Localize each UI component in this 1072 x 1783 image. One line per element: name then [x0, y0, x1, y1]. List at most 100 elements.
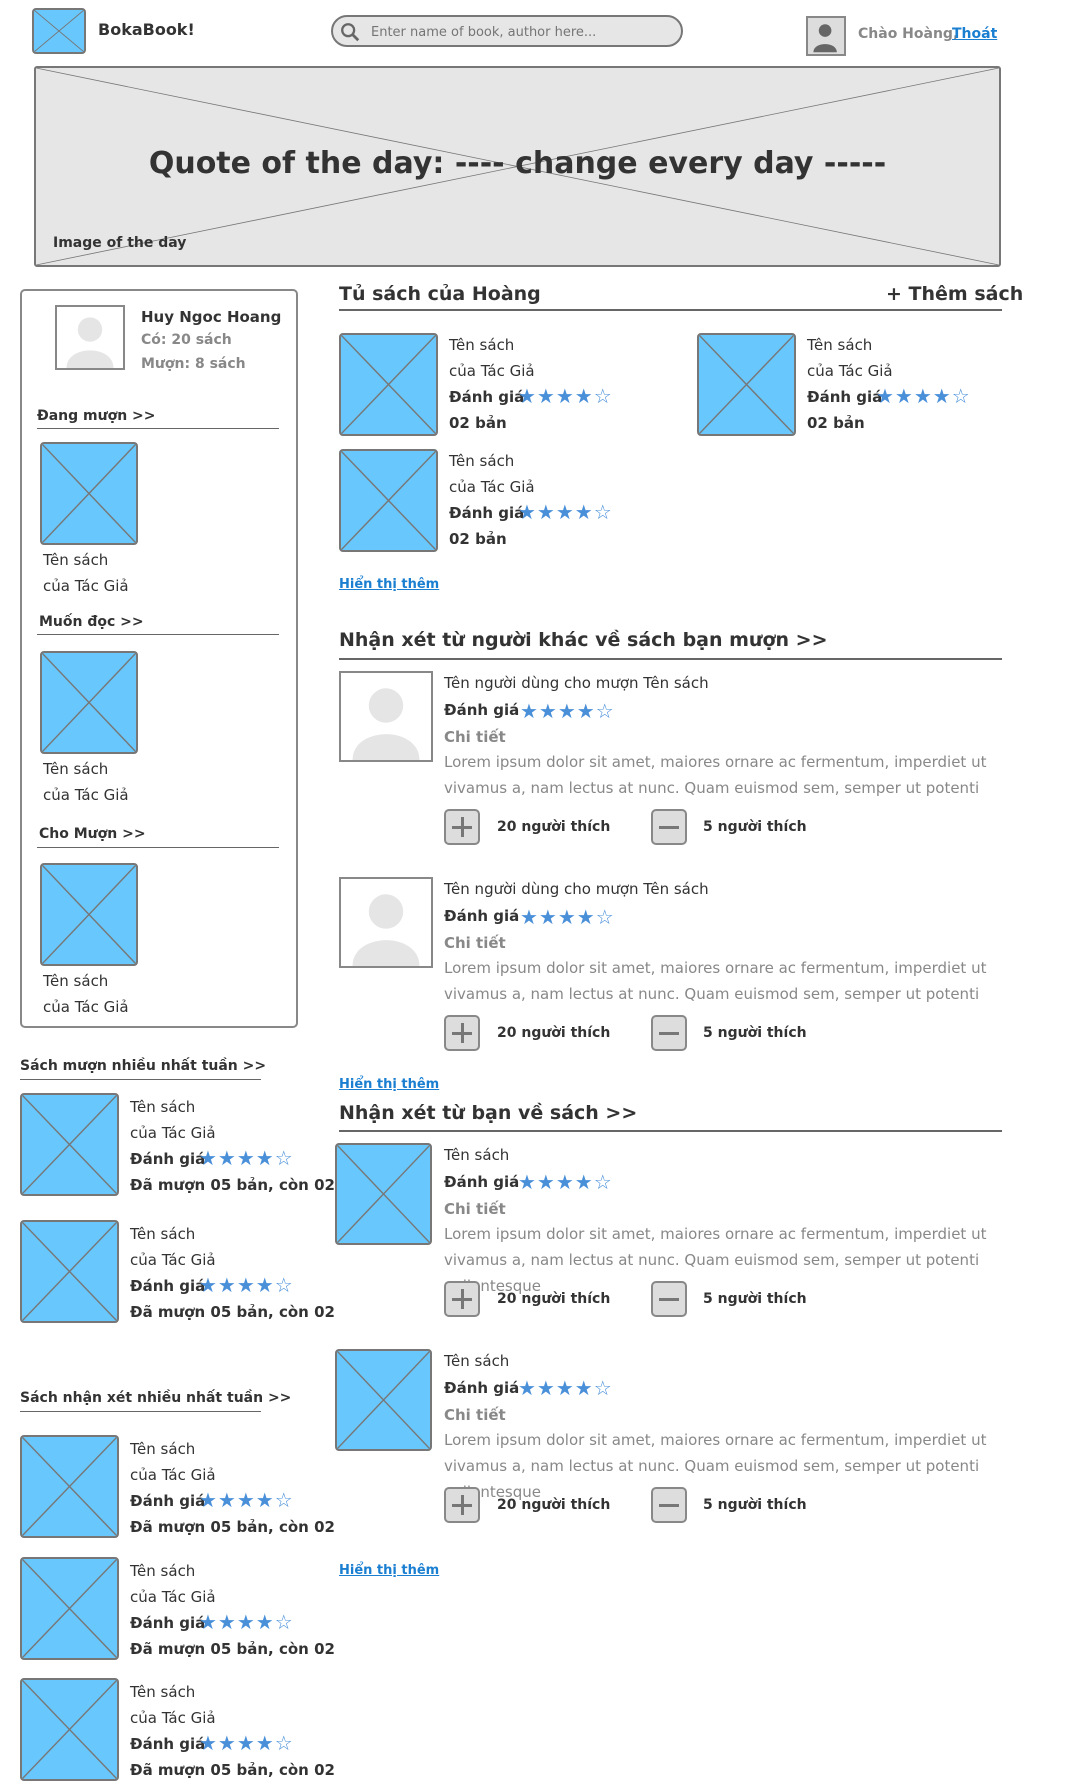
dislike-button[interactable] — [651, 1015, 687, 1051]
rating-label: Đánh giá — [444, 1379, 520, 1397]
book-author: của Tác Giả — [43, 998, 129, 1016]
book-author: của Tác Giả — [43, 577, 129, 595]
rating-stars: ★★★★☆ — [520, 699, 615, 723]
like-button[interactable] — [444, 1015, 480, 1051]
book-cover[interactable] — [40, 863, 138, 966]
top-borrowed-title[interactable]: Sách mượn nhiều nhất tuần >> — [20, 1058, 266, 1074]
book-cover[interactable] — [20, 1220, 119, 1323]
book-title: Tên sách — [449, 336, 515, 354]
top-reviewed-title[interactable]: Sách nhận xét nhiều nhất tuần >> — [20, 1390, 291, 1406]
copies-count: 02 bản — [449, 530, 507, 548]
bookshelf-show-more-link[interactable]: Hiển thị thêm — [339, 577, 439, 592]
review-detail-label: Chi tiết — [444, 1200, 506, 1218]
others-reviews-show-more-link[interactable]: Hiển thị thêm — [339, 1077, 439, 1092]
search-icon — [341, 23, 360, 42]
profile-owned: Có: 20 sách — [141, 332, 232, 348]
book-cover[interactable] — [20, 1678, 119, 1781]
rating-stars: ★★★★☆ — [199, 1146, 294, 1170]
divider — [37, 847, 279, 848]
book-cover[interactable] — [20, 1435, 119, 1538]
dislike-count: 5 người thích — [703, 819, 807, 835]
book-title: Tên sách — [130, 1562, 196, 1580]
book-author: của Tác Giả — [449, 362, 535, 380]
book-title: Tên sách — [449, 452, 515, 470]
like-count: 20 người thích — [497, 819, 611, 835]
divider — [37, 634, 279, 635]
banner-caption: Image of the day — [53, 235, 187, 251]
rating-label: Đánh giá — [807, 388, 883, 406]
logout-link[interactable]: Thoát — [952, 26, 997, 42]
want-to-read-section-title[interactable]: Muốn đọc >> — [39, 614, 144, 630]
user-silhouette-icon — [66, 317, 114, 368]
review-header: Tên người dùng cho mượn Tên sách — [444, 674, 709, 692]
dislike-count: 5 người thích — [703, 1497, 807, 1513]
book-cover[interactable] — [339, 333, 438, 436]
dislike-count: 5 người thích — [703, 1025, 807, 1041]
book-cover[interactable] — [40, 651, 138, 754]
book-title: Tên sách — [130, 1098, 196, 1116]
book-cover[interactable] — [339, 449, 438, 552]
book-title: Tên sách — [130, 1683, 196, 1701]
search-input[interactable] — [369, 20, 673, 44]
borrow-status: Đã mượn 05 bản, còn 02 — [130, 1640, 335, 1658]
user-silhouette-icon — [352, 688, 420, 760]
friend-reviews-show-more-link[interactable]: Hiển thị thêm — [339, 1563, 439, 1578]
book-cover[interactable] — [20, 1557, 119, 1660]
copies-count: 02 bản — [449, 414, 507, 432]
book-cover[interactable] — [335, 1143, 432, 1245]
search-bar[interactable] — [331, 15, 683, 47]
divider — [339, 309, 1002, 311]
book-cover[interactable] — [335, 1349, 432, 1451]
book-title: Tên sách — [130, 1225, 196, 1243]
like-count: 20 người thích — [497, 1497, 611, 1513]
borrowing-section-title[interactable]: Đang mượn >> — [37, 408, 156, 424]
profile-name: Huy Ngoc Hoang — [141, 308, 282, 326]
friend-reviews-title[interactable]: Nhận xét từ bạn về sách >> — [339, 1102, 637, 1124]
rating-stars: ★★★★☆ — [518, 1170, 613, 1194]
borrow-status: Đã mượn 05 bản, còn 02 — [130, 1176, 335, 1194]
rating-stars: ★★★★☆ — [199, 1731, 294, 1755]
book-author: của Tác Giả — [130, 1124, 216, 1142]
book-cover[interactable] — [40, 442, 138, 545]
book-author: của Tác Giả — [449, 478, 535, 496]
divider — [339, 658, 1002, 660]
book-cover[interactable] — [20, 1093, 119, 1196]
review-body: Lorem ipsum dolor sit amet, maiores orna… — [444, 959, 987, 1003]
user-icon — [813, 24, 837, 53]
review-header: Tên sách — [444, 1352, 510, 1370]
book-title: Tên sách — [43, 551, 109, 569]
book-cover[interactable] — [697, 333, 796, 436]
divider — [20, 1079, 261, 1080]
borrow-status: Đã mượn 05 bản, còn 02 — [130, 1761, 335, 1779]
dislike-button[interactable] — [651, 1487, 687, 1523]
review-body: Lorem ipsum dolor sit amet, maiores orna… — [444, 1225, 987, 1295]
rating-stars: ★★★★☆ — [518, 384, 613, 408]
quote-of-the-day: Quote of the day: ---- change every day … — [148, 146, 887, 181]
user-avatar[interactable] — [806, 16, 846, 56]
like-button[interactable] — [444, 809, 480, 845]
like-button[interactable] — [444, 1281, 480, 1317]
others-reviews-title[interactable]: Nhận xét từ người khác về sách bạn mượn … — [339, 629, 828, 651]
rating-label: Đánh giá — [449, 388, 525, 406]
book-title: Tên sách — [43, 760, 109, 778]
book-author: của Tác Giả — [130, 1709, 216, 1727]
review-header: Tên người dùng cho mượn Tên sách — [444, 880, 709, 898]
add-book-button[interactable]: + Thêm sách — [886, 283, 1023, 305]
dislike-button[interactable] — [651, 809, 687, 845]
rating-label: Đánh giá — [130, 1614, 206, 1632]
lending-section-title[interactable]: Cho Mượn >> — [39, 826, 146, 842]
book-author: của Tác Giả — [130, 1251, 216, 1269]
divider — [339, 1130, 1002, 1132]
review-header: Tên sách — [444, 1146, 510, 1164]
like-count: 20 người thích — [497, 1025, 611, 1041]
book-title: Tên sách — [130, 1440, 196, 1458]
dislike-count: 5 người thích — [703, 1291, 807, 1307]
rating-label: Đánh giá — [130, 1492, 206, 1510]
borrow-status: Đã mượn 05 bản, còn 02 — [130, 1518, 335, 1536]
divider — [20, 1411, 261, 1412]
rating-label: Đánh giá — [130, 1150, 206, 1168]
like-button[interactable] — [444, 1487, 480, 1523]
book-title: Tên sách — [807, 336, 873, 354]
dislike-button[interactable] — [651, 1281, 687, 1317]
divider — [37, 428, 279, 429]
